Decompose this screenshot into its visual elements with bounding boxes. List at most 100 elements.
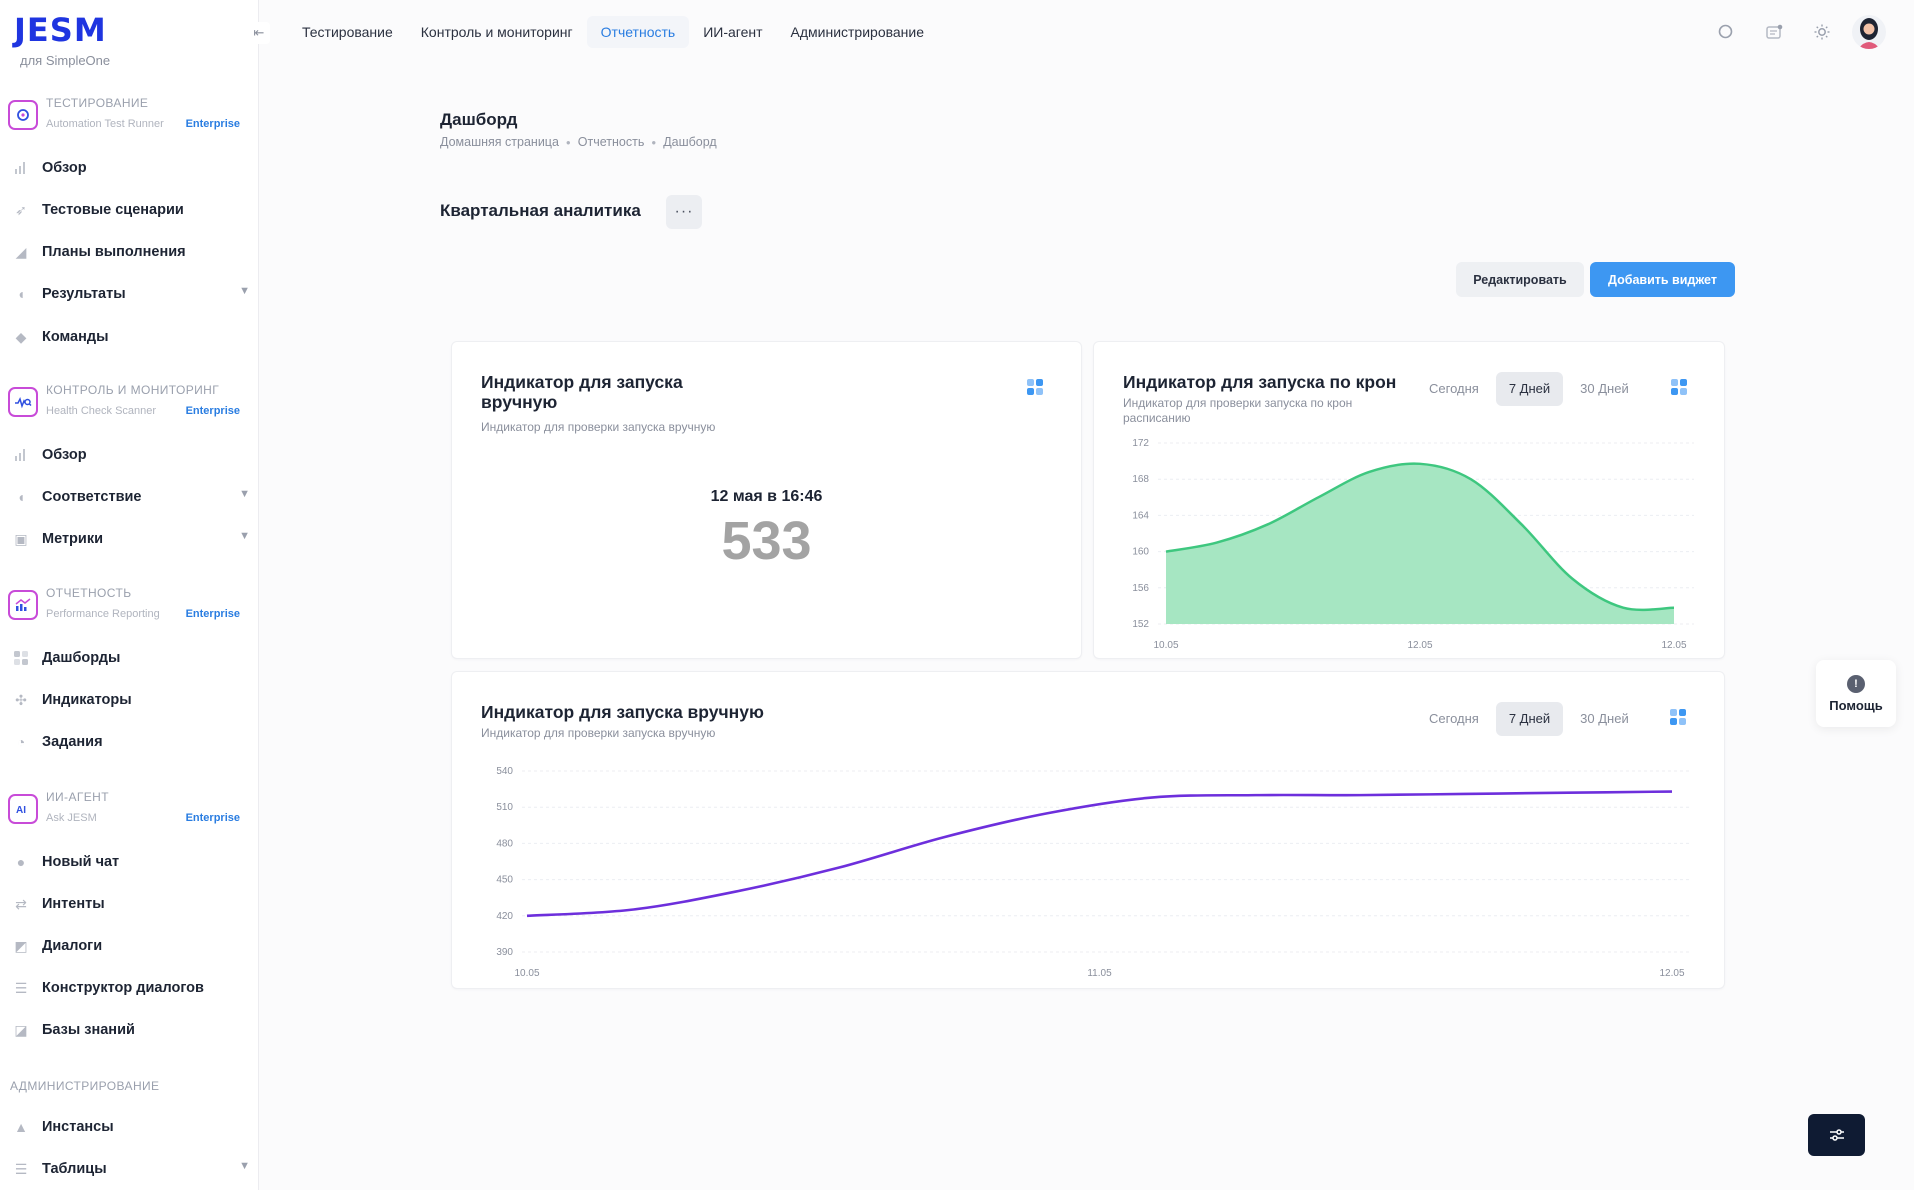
sidebar-item-indicators[interactable]: ✣ Индикаторы (12, 685, 250, 715)
sidebar-item-results[interactable]: ◖ Результаты ▼ (12, 279, 250, 309)
sidebar-item-monitoring-overview[interactable]: Обзор (12, 440, 250, 470)
sidebar-item-new-chat[interactable]: ● Новый чат (12, 847, 250, 877)
user-avatar[interactable] (1852, 15, 1886, 49)
manual-line-widget: Индикатор для запуска вручную Индикатор … (451, 671, 1725, 989)
y-tick-label: 160 (1132, 547, 1149, 558)
dashboard-name: Квартальная аналитика (440, 201, 641, 220)
table-icon: ☰ (14, 1160, 28, 1177)
top-actions (1696, 14, 1886, 50)
sidebar-item-label: Индикаторы (42, 692, 132, 708)
page-title: Дашборд (440, 110, 518, 129)
sidebar: JESM для SimpleOne ТЕСТИРОВАНИЕ Automati… (0, 0, 259, 1190)
sidebar-item-intents[interactable]: ⇄ Интенты (12, 889, 250, 919)
x-tick-label: 12.05 (1661, 640, 1686, 651)
y-tick-label: 510 (496, 802, 513, 813)
widget-title: Индикатор для запуска вручную (481, 372, 683, 412)
sidebar-item-label: Конструктор диалогов (42, 980, 204, 996)
sidebar-item-compliance[interactable]: ◖ Соответствие ▼ (12, 482, 250, 512)
section-title: ТЕСТИРОВАНИЕ (46, 96, 149, 110)
notifications-icon[interactable] (1756, 14, 1792, 50)
sidebar-item-label: Инстансы (42, 1119, 114, 1135)
sidebar-item-overview[interactable]: Обзор (12, 153, 250, 183)
metrics-icon: ▣ (14, 530, 28, 547)
y-tick-label: 156 (1132, 583, 1149, 594)
breadcrumb-separator-icon: ● (651, 137, 657, 147)
enterprise-badge: Enterprise (185, 608, 240, 620)
performance-reporting-icon (8, 590, 38, 620)
x-tick-label: 12.05 (1407, 640, 1432, 651)
sidebar-item-label: Новый чат (42, 854, 120, 870)
sidebar-item-dialog-builder[interactable]: ☰ Конструктор диалогов (12, 973, 250, 1003)
edit-button[interactable]: Редактировать (1456, 262, 1584, 297)
book-icon: ◪ (14, 1021, 28, 1038)
collapse-sidebar-button[interactable]: ⇤ (248, 22, 270, 44)
cron-area-chart: 152 156 160 164 168 172 10.05 12.05 12.05 (1132, 438, 1694, 651)
chevron-down-icon[interactable]: ▼ (239, 1160, 250, 1172)
enterprise-badge: Enterprise (185, 118, 240, 130)
sliders-icon (1829, 1129, 1844, 1141)
rocket-icon: ➶ (15, 201, 27, 218)
section-title: КОНТРОЛЬ И МОНИТОРИНГ (46, 383, 220, 397)
widget-subtitle: Индикатор для проверки запуска вручную (481, 420, 716, 434)
logo[interactable]: JESM (14, 14, 107, 46)
tab-administration[interactable]: Администрирование (777, 16, 939, 48)
sidebar-item-knowledge-bases[interactable]: ◪ Базы знаний (12, 1015, 250, 1045)
kpi-value: 533 (721, 511, 812, 571)
breadcrumb-reporting[interactable]: Отчетность (578, 135, 645, 149)
section-reporting-header: ОТЧЕТНОСТЬ Performance Reporting Enterpr… (8, 586, 248, 630)
sidebar-item-metrics[interactable]: ▣ Метрики ▼ (12, 524, 250, 554)
breadcrumb-home[interactable]: Домашняя страница (440, 135, 559, 149)
health-check-icon (8, 387, 38, 417)
sidebar-item-label: Базы знаний (42, 1022, 135, 1038)
search-icon[interactable] (1708, 14, 1744, 50)
dialogs-icon: ◩ (14, 937, 28, 954)
sidebar-item-label: Команды (42, 329, 109, 345)
tab-ai-agent[interactable]: ИИ-агент (689, 16, 776, 48)
help-button[interactable]: ! Помощь (1816, 660, 1896, 727)
theme-sun-icon[interactable] (1804, 14, 1840, 50)
logo-subtitle: для SimpleOne (20, 53, 111, 68)
enterprise-badge: Enterprise (185, 405, 240, 417)
sidebar-item-label: Соответствие (42, 489, 142, 505)
sidebar-item-dialogs[interactable]: ◩ Диалоги (12, 931, 250, 961)
arrows-icon: ⇄ (15, 895, 27, 912)
sidebar-item-label: Результаты (42, 286, 126, 302)
ai-icon: AI (8, 794, 38, 824)
y-tick-label: 390 (496, 947, 513, 958)
chevron-down-icon[interactable]: ▼ (239, 530, 250, 542)
bar-chart-icon (12, 159, 30, 177)
sidebar-item-dashboards[interactable]: Дашборды (12, 643, 250, 673)
tab-testing[interactable]: Тестирование (288, 16, 407, 48)
chevron-down-icon[interactable]: ▼ (239, 285, 250, 297)
chat-icon: ● (16, 854, 26, 870)
add-widget-button[interactable]: Добавить виджет (1590, 262, 1735, 297)
sidebar-item-tasks[interactable]: ◔ Задания (12, 727, 250, 757)
enterprise-badge: Enterprise (185, 812, 240, 824)
settings-sliders-button[interactable] (1808, 1114, 1865, 1156)
section-product: Automation Test Runner (46, 118, 164, 130)
help-alert-icon: ! (1847, 674, 1865, 693)
sidebar-item-commands[interactable]: ◆ Команды (12, 322, 250, 352)
tab-reporting[interactable]: Отчетность (586, 16, 690, 48)
breadcrumb-current: Дашборд (663, 135, 717, 149)
more-options-button[interactable]: ··· (666, 195, 702, 229)
sidebar-item-instances[interactable]: ▲ Инстансы (12, 1112, 250, 1142)
sidebar-item-execution-plans[interactable]: ◢ Планы выполнения (12, 237, 250, 267)
section-ai-agent-header: AI ИИ-АГЕНТ Ask JESM Enterprise (8, 790, 248, 834)
test-runner-icon (8, 100, 38, 130)
sidebar-item-test-scenarios[interactable]: ➶ Тестовые сценарии (12, 195, 250, 225)
sidebar-item-tables[interactable]: ☰ Таблицы ▼ (12, 1154, 250, 1184)
shield-icon: ◖ (16, 286, 26, 302)
series-line (526, 790, 1673, 918)
widget-menu-icon[interactable] (1027, 379, 1045, 397)
plan-icon: ◢ (15, 243, 27, 260)
y-tick-label: 480 (496, 838, 513, 849)
section-title: ОТЧЕТНОСТЬ (46, 586, 132, 600)
chevron-down-icon[interactable]: ▼ (239, 488, 250, 500)
tab-monitoring[interactable]: Контроль и мониторинг (407, 16, 587, 48)
kpi-widget: Индикатор для запуска вручную Индикатор … (451, 341, 1082, 659)
section-admin-title: АДМИНИСТРИРОВАНИЕ (10, 1079, 160, 1093)
bar-chart-icon (12, 446, 30, 464)
x-tick-label: 12.05 (1659, 968, 1684, 979)
sidebar-item-label: Метрики (42, 531, 103, 547)
